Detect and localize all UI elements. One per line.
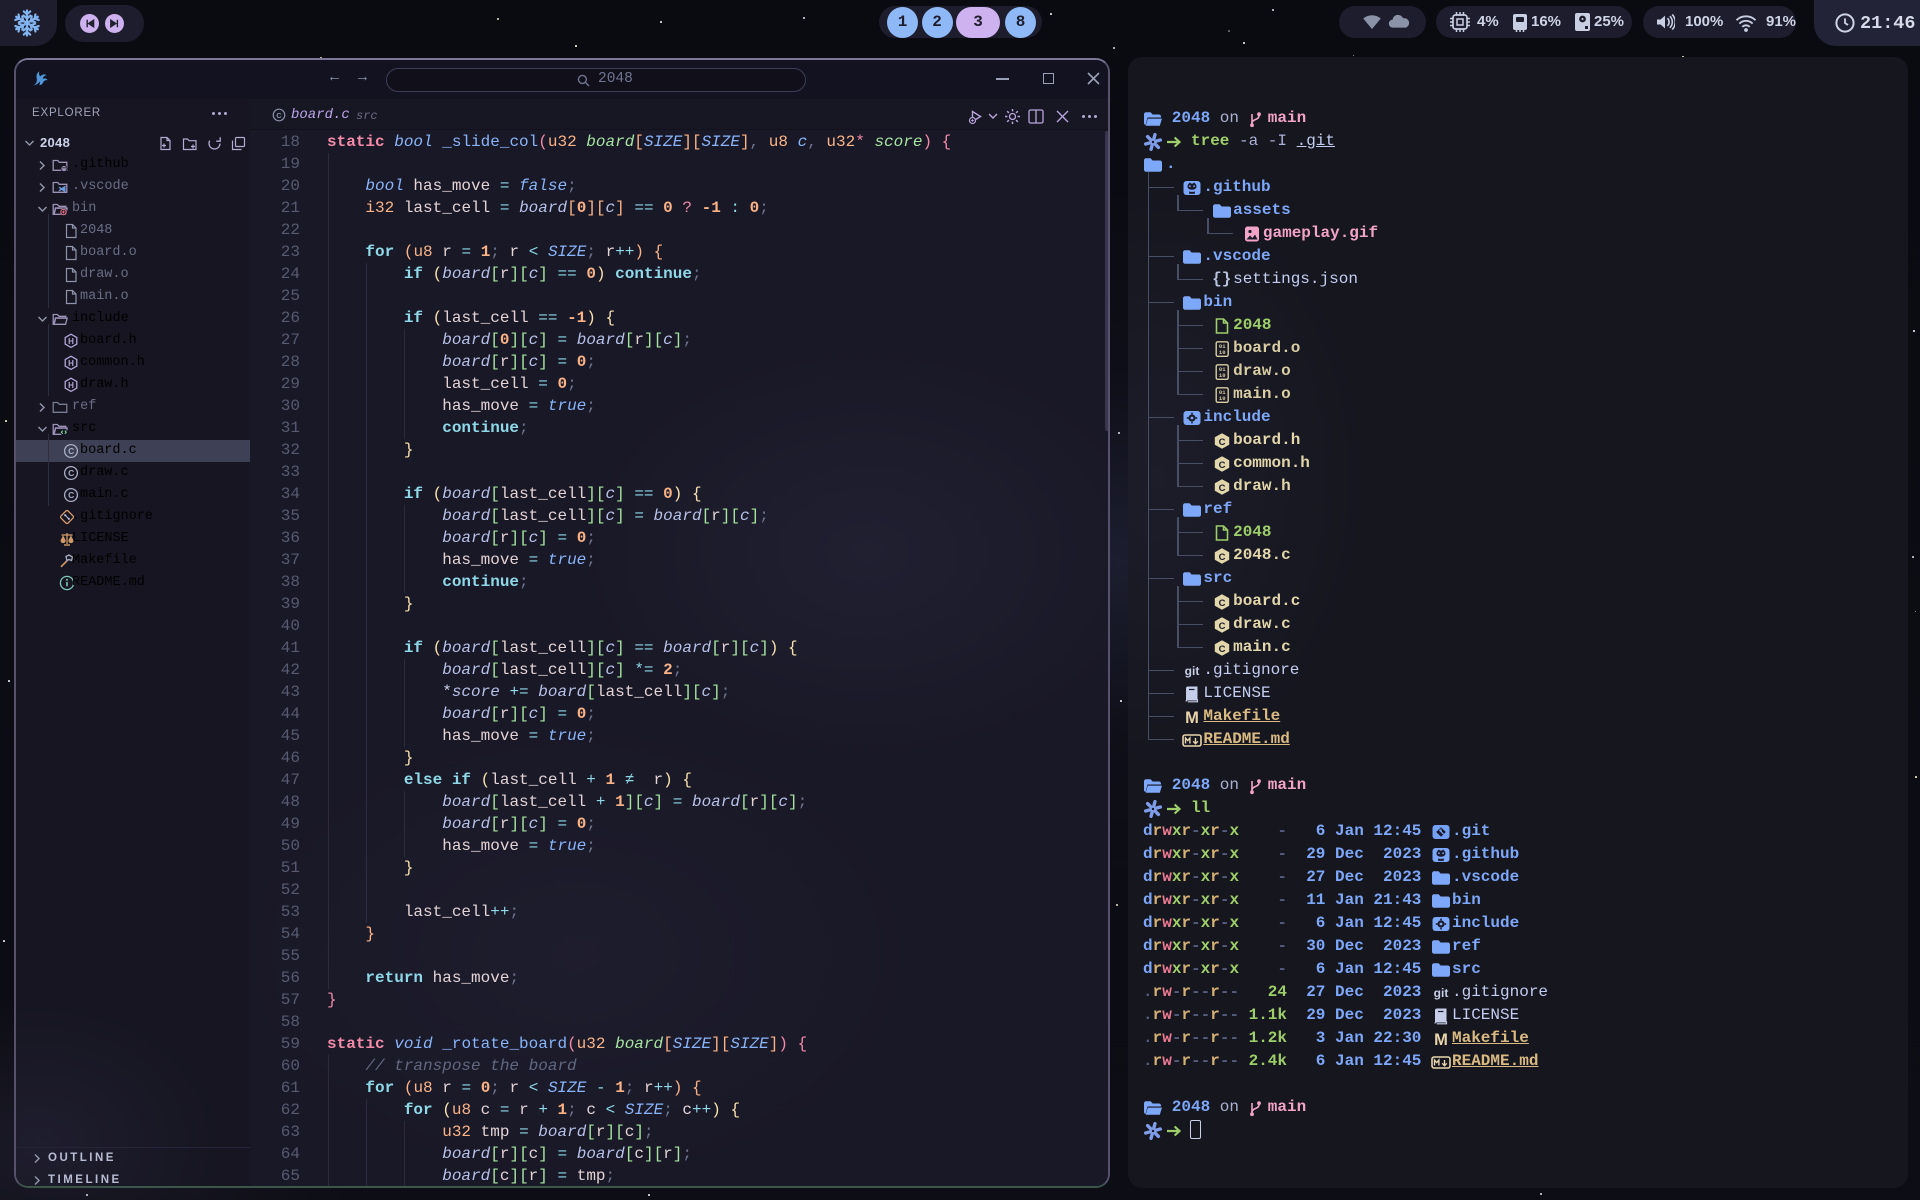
svg-text:git: git	[1434, 986, 1449, 1000]
svg-text:10: 10	[1219, 372, 1226, 379]
svg-text:C: C	[1219, 459, 1226, 470]
svg-text:C: C	[1219, 436, 1226, 447]
svg-text:H: H	[68, 337, 74, 346]
svg-text:git: git	[1185, 664, 1200, 678]
svg-text:10: 10	[1219, 349, 1226, 356]
svg-text:C: C	[1219, 620, 1226, 631]
svg-text:C: C	[1219, 551, 1226, 562]
svg-text:M: M	[1434, 1031, 1448, 1048]
svg-text:C: C	[68, 468, 74, 478]
svg-text:M: M	[1186, 709, 1200, 726]
svg-text:C: C	[68, 446, 74, 456]
svg-text:H: H	[68, 381, 74, 390]
svg-text:10: 10	[1219, 395, 1226, 402]
svg-text:C: C	[276, 111, 282, 120]
svg-text:C: C	[1219, 597, 1226, 608]
svg-text:C: C	[1219, 643, 1226, 654]
svg-text:C: C	[68, 490, 74, 500]
svg-text:H: H	[68, 359, 74, 368]
svg-text:C: C	[1219, 482, 1226, 493]
